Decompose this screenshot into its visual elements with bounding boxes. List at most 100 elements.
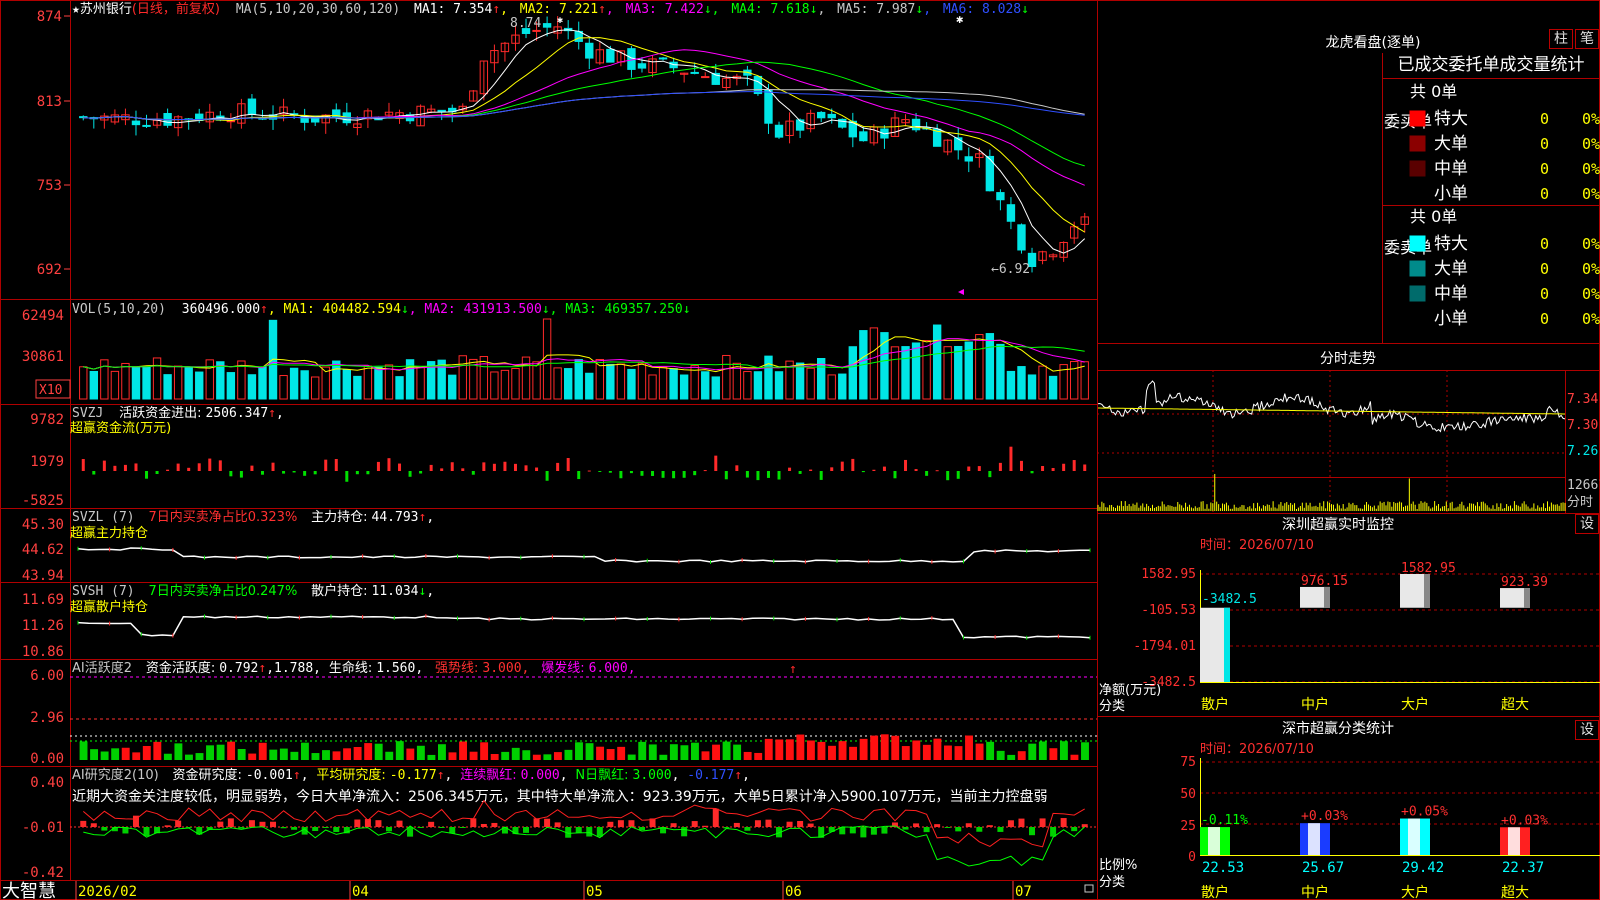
volume-bar — [669, 368, 678, 400]
sz-monitor-y-title: 净额(万元) — [1099, 683, 1161, 698]
research-bar — [238, 827, 245, 829]
stock-chart-window[interactable]: 874 813 753 692 ★苏州银行(日线，前复权) MA(5,10,20… — [0, 0, 1600, 900]
volume-plot-area[interactable] — [79, 318, 1089, 400]
sz-stats-settings-button[interactable]: 设 — [1575, 720, 1599, 740]
legend-swatch — [1409, 235, 1426, 252]
activity-bar — [322, 750, 330, 760]
flow-bar — [376, 461, 380, 471]
column-view-button[interactable]: 柱 — [1549, 29, 1573, 49]
activity-bar — [111, 748, 120, 760]
flow-bar-edge — [1224, 607, 1230, 682]
svzl-panel[interactable]: 45.30 44.62 43.94 SVZL (7) 7日内买卖净占比0.323… — [22, 509, 1091, 584]
flow-bar — [482, 462, 486, 471]
activity-bar — [1038, 741, 1047, 760]
volume-panel[interactable]: 62494 30861 X10 VOL(5,10,20) 360496.000↑… — [22, 302, 1089, 400]
candle-body — [690, 71, 699, 74]
flow-bar — [819, 471, 823, 480]
flow-bar — [292, 471, 296, 473]
ai-active-plot-area[interactable] — [70, 676, 1097, 760]
flow-bar — [355, 471, 359, 475]
info-marker-icon[interactable]: ✱ — [557, 15, 563, 26]
ai-research-panel[interactable]: 0.40 -0.01 -0.42 AI研究度2(10) 资金研究度: -0.001… — [22, 767, 1097, 881]
ai-active-panel[interactable]: 6.00 2.96 0.00 AI活跃度2 资金活跃度: 0.792↑,1.788… — [30, 660, 1097, 767]
svzj-panel[interactable]: 9782 1979 -5825 SVZJ 活跃资金进出: 2506.347↑, 超… — [22, 405, 1087, 509]
flow-bar — [134, 463, 138, 471]
ai-active-tick: 2.96 — [30, 710, 64, 726]
sz-stats-panel[interactable]: 深市超赢分类统计 时间：2026/07/10 75 50 25 0 比例% 分类… — [1099, 720, 1600, 900]
research-bar — [923, 827, 930, 833]
price-tick: 874 — [37, 9, 62, 25]
legend-swatch — [1409, 185, 1426, 202]
info-marker-icon[interactable]: ✱ — [956, 12, 963, 26]
ratio-change: +0.03% — [1301, 809, 1348, 824]
ratio-bar-highlight — [1508, 827, 1520, 855]
activity-bar — [954, 746, 963, 760]
flow-bar — [766, 471, 770, 478]
svsh-plot-area[interactable] — [77, 614, 1091, 640]
flow-bar — [577, 471, 581, 480]
activity-bar — [870, 735, 879, 760]
volume-bar — [374, 366, 383, 400]
ratio-change: +0.03% — [1501, 813, 1548, 828]
svzj-subtitle: 超赢资金流(万元) — [70, 420, 171, 436]
flow-bar — [1009, 446, 1013, 471]
sz-monitor-plot-area[interactable]: -3482.5 散户 976.15 中户 1582.95 大户 923.39 超大 — [1200, 561, 1600, 713]
candle-body — [996, 192, 1005, 201]
tick-view-button[interactable]: 笔 — [1575, 29, 1599, 49]
activity-bar — [943, 745, 952, 760]
volume-bar — [479, 356, 489, 400]
price-legend: ★苏州银行(日线，前复权) MA(5,10,20,30,60,120) MA1:… — [72, 1, 1029, 17]
sz-stats-plot-area[interactable]: -0.11% 22.53 散户 +0.03% 25.67 中户 +0.05% 29.42 大户 +… — [1200, 758, 1600, 900]
volume-bar — [79, 366, 88, 400]
flow-bar — [682, 471, 686, 478]
ma-line — [83, 88, 1085, 121]
x-axis-label: 04 — [352, 884, 369, 900]
row-label: 特大 — [1434, 109, 1468, 129]
research-bar — [881, 827, 888, 834]
activity-bar — [596, 746, 605, 760]
ratio-change: -0.11% — [1201, 813, 1248, 828]
activity-bar — [437, 744, 446, 760]
activity-bar — [279, 748, 288, 760]
activity-bar — [648, 744, 657, 760]
flow-bar — [777, 471, 781, 480]
research-bar — [670, 823, 677, 827]
research-bar — [417, 827, 424, 828]
activity-bar — [174, 743, 183, 760]
sz-monitor-time: 时间：2026/07/10 — [1200, 538, 1314, 553]
price-panel[interactable]: 874 813 753 692 ★苏州银行(日线，前复权) MA(5,10,20… — [37, 1, 1089, 295]
flow-bar — [672, 471, 676, 479]
research-bar — [712, 808, 719, 827]
flow-bar — [229, 471, 233, 477]
svzl-plot-area[interactable] — [77, 546, 1091, 564]
x-axis-label: 06 — [785, 884, 802, 900]
svzj-plot-area[interactable] — [81, 446, 1087, 482]
volume-bar — [279, 375, 288, 400]
volume-bar — [985, 333, 995, 400]
ai-research-plot-area[interactable] — [70, 799, 1097, 867]
ai-research-legend: AI研究度2(10) 资金研究度: -0.001↑, 平均研究度: -0.177↑,… — [72, 767, 750, 783]
research-bar — [217, 821, 224, 827]
volume-bar — [205, 359, 214, 400]
sz-monitor-settings-button[interactable]: 设 — [1575, 514, 1599, 534]
activity-bar — [933, 738, 942, 760]
intraday-panel[interactable]: 分时走势 7.34 7.30 7.26 12661 分时 — [1097, 351, 1600, 513]
ai-research-tick: 0.40 — [30, 775, 64, 791]
sz-stats-title: 深市超赢分类统计 — [1282, 720, 1394, 737]
lock-icon — [1084, 884, 1094, 893]
volume-bar — [289, 367, 299, 400]
research-bar — [997, 827, 1004, 832]
volume-bar — [932, 324, 942, 400]
flow-bar — [513, 463, 517, 471]
activity-bar — [269, 749, 278, 760]
activity-bar — [690, 742, 699, 760]
research-bar — [143, 827, 150, 837]
svsh-panel[interactable]: 11.69 11.26 10.86 SVSH (7) 7日内买卖净占比0.247… — [22, 583, 1091, 660]
flow-bar — [419, 471, 423, 474]
flow-bar — [524, 465, 528, 471]
ratio-value: 22.53 — [1202, 860, 1244, 876]
price-plot-area[interactable] — [79, 16, 1089, 273]
intraday-plot-area[interactable] — [1097, 380, 1566, 511]
sz-monitor-panel[interactable]: 深圳超赢实时监控 时间：2026/07/10 1582.95 -105.53 -… — [1099, 516, 1600, 714]
research-bar — [385, 827, 392, 832]
